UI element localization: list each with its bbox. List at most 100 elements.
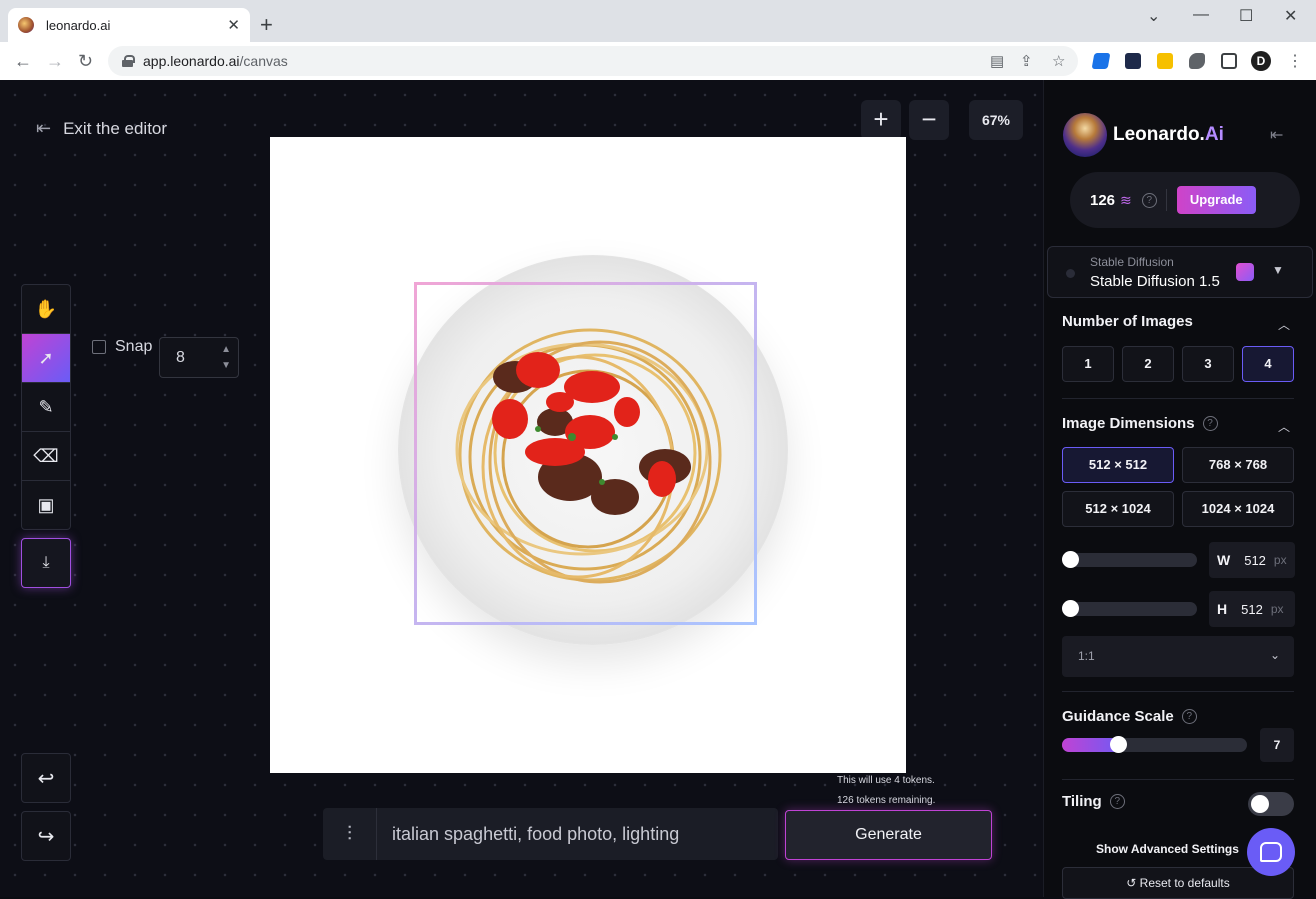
undo-icon: ↩ [37,767,55,790]
help-icon[interactable]: ? [1181,709,1197,724]
upgrade-button[interactable]: Upgrade [1176,186,1256,214]
help-icon[interactable]: ? [1141,192,1157,208]
dim-512x512[interactable]: 512 × 512 [1062,447,1174,483]
brush-tool-button[interactable]: ✎ [22,383,70,432]
prompt-bar: ⫶ italian spaghetti, food photo, lightin… [323,808,778,860]
extension-vpn-icon[interactable] [1091,53,1111,69]
tiling-toggle[interactable] [1248,792,1294,816]
model-badge-icon [1236,263,1254,281]
dim-512x1024[interactable]: 512 × 1024 [1062,491,1174,527]
url-domain: app.leonardo.ai [143,53,240,69]
image-tool-button[interactable]: ▣ [22,481,70,529]
width-unit: px [1273,553,1287,567]
brand-name-main: Leonardo. [1113,124,1205,145]
tab-search-icon[interactable]: ⌄ [1147,6,1160,26]
guidance-slider-knob[interactable] [1110,736,1127,753]
width-slider-knob[interactable] [1062,551,1079,568]
side-panel-icon[interactable] [1221,53,1237,69]
bookmark-star-icon[interactable]: ☆ [1052,52,1065,70]
help-icon[interactable]: ? [1109,794,1125,809]
model-selector[interactable]: Stable Diffusion Stable Diffusion 1.5 ▼ [1047,246,1313,298]
share-icon[interactable]: ⇪ [1020,52,1033,70]
download-button[interactable]: ⤓ [21,538,71,588]
settings-panel: Leonardo.Ai ⇤ 126 ≋ ? Upgrade Stable Dif… [1043,80,1316,899]
guidance-value[interactable]: 7 [1260,728,1294,762]
sliders-icon: ⫶ [347,822,352,845]
snap-value-input[interactable]: 8 ▲ ▼ [159,337,239,378]
exit-editor-button[interactable]: ⇤ Exit the editor [36,118,167,139]
reload-icon[interactable]: ↻ [78,51,93,71]
window-close-button[interactable]: ✕ [1284,6,1297,26]
new-tab-button[interactable]: + [260,12,273,38]
generate-button[interactable]: Generate [785,810,992,860]
num-images-4[interactable]: 4 [1242,346,1294,382]
help-icon[interactable]: ? [1202,416,1218,431]
toggle-knob [1251,795,1269,813]
dimensions-title: Image Dimensions? [1062,415,1218,432]
stepper-down-icon[interactable]: ▼ [221,360,231,371]
prompt-settings-button[interactable]: ⫶ [323,808,377,860]
section-divider [1062,398,1294,399]
reset-label: Reset to defaults [1139,876,1230,890]
dim-768x768[interactable]: 768 × 768 [1182,447,1294,483]
download-icon: ⤓ [42,554,50,571]
dim-1024x1024[interactable]: 1024 × 1024 [1182,491,1294,527]
window-minimize-button[interactable]: — [1193,6,1209,24]
show-advanced-settings-button[interactable]: Show Advanced Settings [1096,842,1239,856]
width-slider[interactable] [1062,551,1197,568]
address-bar[interactable]: app.leonardo.ai/canvas ▤ ⇪ ☆ [108,46,1078,76]
height-slider-knob[interactable] [1062,600,1079,617]
collapse-panel-icon[interactable]: ⇤ [1270,125,1283,145]
hand-tool-button[interactable]: ✋ [22,285,70,334]
profile-avatar[interactable]: D [1251,51,1271,71]
window-maximize-button[interactable]: ☐ [1239,6,1253,26]
extension-shield-icon[interactable] [1125,53,1141,69]
model-family: Stable Diffusion [1090,255,1174,269]
chat-icon [1260,842,1282,862]
stepper-up-icon[interactable]: ▲ [221,344,231,355]
num-images-3[interactable]: 3 [1182,346,1234,382]
leonardo-favicon-icon [18,17,34,33]
snap-toggle[interactable]: Snap [92,338,152,356]
forward-arrow-icon[interactable]: → [46,51,64,71]
select-tool-button[interactable]: ➚ [22,334,70,383]
prompt-input[interactable]: italian spaghetti, food photo, lighting [392,824,679,845]
zoom-in-button[interactable]: + [861,100,901,140]
leonardo-logo-icon [1063,113,1107,157]
selection-frame[interactable] [414,282,757,625]
canvas-area[interactable] [270,137,906,773]
height-value: 512 [1241,601,1263,617]
guidance-title-text: Guidance Scale [1062,708,1174,725]
height-slider[interactable] [1062,600,1197,617]
height-field[interactable]: H 512 px [1209,591,1295,627]
chat-support-button[interactable] [1247,828,1295,876]
zoom-out-button[interactable]: − [909,100,949,140]
eraser-icon: ⌫ [33,445,59,466]
url-path: /canvas [239,53,288,69]
undo-button[interactable]: ↩ [21,753,71,803]
num-images-1[interactable]: 1 [1062,346,1114,382]
snap-label: Snap [115,338,153,355]
num-images-2[interactable]: 2 [1122,346,1174,382]
browser-tab[interactable]: leonardo.ai ✕ [8,8,250,42]
guidance-slider[interactable] [1062,736,1247,753]
chevron-up-icon[interactable]: ︿ [1278,418,1290,435]
aspect-ratio-select[interactable]: 1:1 ⌄ [1062,636,1294,677]
eraser-tool-button[interactable]: ⌫ [22,432,70,481]
dimensions-title-text: Image Dimensions [1062,415,1195,432]
extension-keep-icon[interactable] [1157,53,1173,69]
clipboard-icon[interactable]: ▤ [990,52,1004,70]
extensions-puzzle-icon[interactable] [1189,53,1205,69]
width-field[interactable]: W 512 px [1209,542,1295,578]
url-text: app.leonardo.ai/canvas [143,53,288,69]
reset-icon: ↺ [1126,876,1140,890]
chevron-up-icon[interactable]: ︿ [1278,316,1290,333]
browser-menu-icon[interactable]: ⋮ [1287,51,1303,71]
snap-checkbox[interactable] [92,340,106,354]
zoom-level[interactable]: 67% [969,100,1023,140]
chevron-down-icon: ▼ [1272,263,1284,277]
redo-button[interactable]: ↪ [21,811,71,861]
back-arrow-icon[interactable]: ← [14,51,32,71]
tab-close-icon[interactable]: ✕ [227,16,240,34]
image-icon: ▣ [37,495,55,515]
